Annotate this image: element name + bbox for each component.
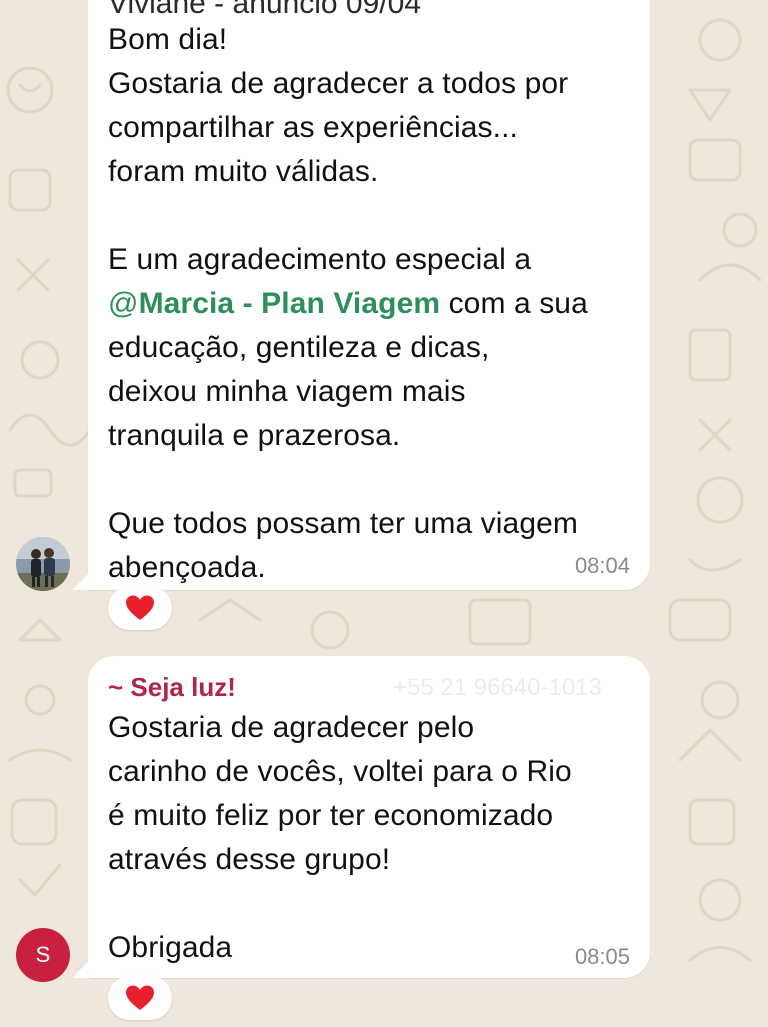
message-text: Gostaria de agradecer pelo carinho de vo… [108,711,572,964]
message-time: 08:04 [574,553,630,578]
message-text: Bom dia! Gostaria de agradecer a todos p… [108,18,588,590]
heart-icon [126,985,154,1010]
message-text-part: Bom dia! Gostaria de agradecer a todos p… [108,23,569,276]
message-bubble[interactable]: ~ Seja luz! +55 21 96640-1013 Gostaria d… [88,656,650,978]
avatar[interactable]: S [16,928,70,982]
mention-link[interactable]: Marcia - Plan Viagem [139,287,441,320]
avatar[interactable] [16,537,70,591]
heart-icon [126,595,154,620]
heart-reaction[interactable] [108,586,172,630]
sender-name[interactable]: ~ Seja luz! [108,672,236,703]
message-bubble[interactable]: Viviane - anúncio 09/04 Bom dia! Gostari… [88,0,650,590]
message-text-part: com a sua educação, gentileza e dicas, d… [108,287,588,584]
mention-at-sign: @ [108,287,139,320]
message-time: 08:05 [574,944,630,969]
couple-photo-icon [16,537,70,591]
heart-reaction[interactable] [108,976,172,1020]
sender-phone: +55 21 96640-1013 [393,674,602,701]
